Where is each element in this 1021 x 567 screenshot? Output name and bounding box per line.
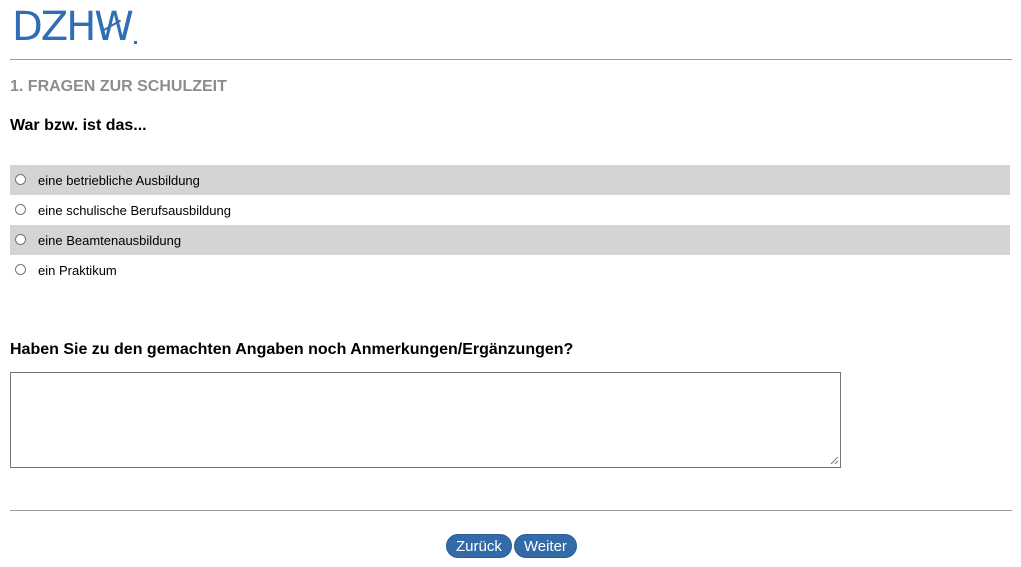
navigation-buttons: Zurück Weiter [446, 534, 577, 558]
answer-options: eine betriebliche Ausbildung eine schuli… [10, 165, 1010, 285]
comments-textarea[interactable] [10, 372, 841, 468]
option-praktikum[interactable]: ein Praktikum [10, 255, 1010, 285]
radio-button[interactable] [15, 233, 26, 245]
section-title: 1. FRAGEN ZUR SCHULZEIT [10, 78, 227, 95]
option-label: ein Praktikum [38, 262, 117, 278]
question-type-of-training: War bzw. ist das... [10, 117, 147, 134]
dzhw-logo: DZHW [12, 7, 137, 47]
next-button[interactable]: Weiter [513, 534, 577, 558]
option-betriebliche-ausbildung[interactable]: eine betriebliche Ausbildung [10, 165, 1010, 195]
option-schulische-berufsausbildung[interactable]: eine schulische Berufsausbildung [10, 195, 1010, 225]
header-divider [10, 59, 1012, 60]
option-label: eine schulische Berufsausbildung [38, 202, 231, 218]
radio-button[interactable] [15, 173, 26, 185]
logo-dot [133, 41, 137, 44]
question-comments: Haben Sie zu den gemachten Angaben noch … [10, 341, 574, 358]
radio-button[interactable] [15, 263, 26, 275]
resize-grip-icon[interactable] [830, 456, 839, 465]
logo-text: DZHW [12, 4, 134, 50]
option-beamtenausbildung[interactable]: eine Beamtenausbildung [10, 225, 1010, 255]
option-label: eine Beamtenausbildung [38, 232, 182, 248]
footer-divider [10, 510, 1012, 511]
radio-button[interactable] [15, 203, 26, 215]
option-label: eine betriebliche Ausbildung [38, 172, 200, 188]
back-button[interactable]: Zurück [446, 534, 512, 558]
